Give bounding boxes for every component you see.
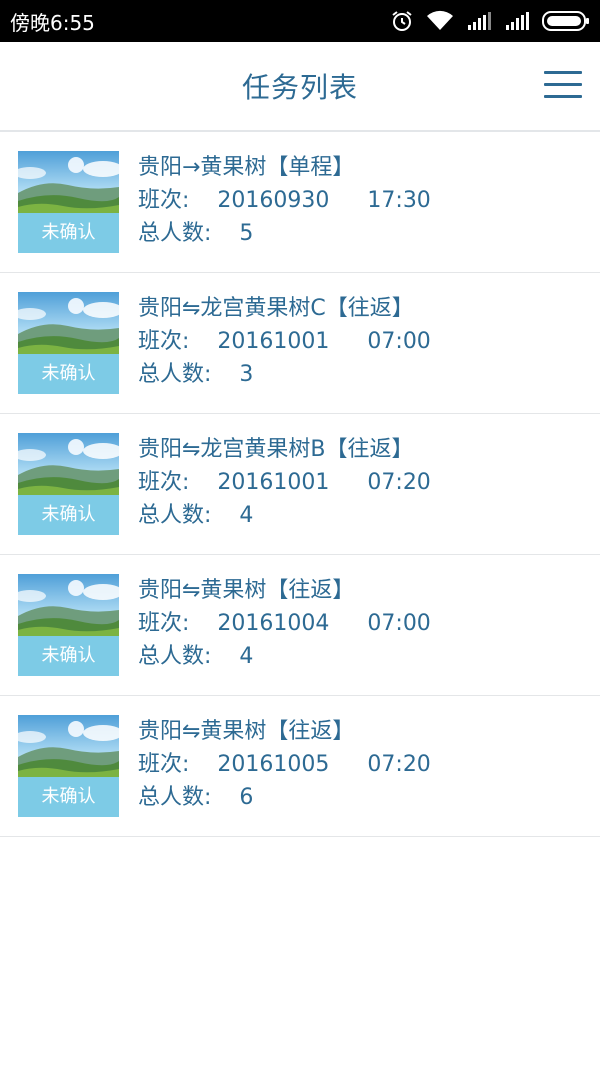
shift-label: 班次: [138,470,190,495]
task-route: 贵阳⇋黄果树【往返】 [138,578,355,603]
task-info: 贵阳→黄果树【单程】 班次: 20160930 17:30 总人数: 5 [138,151,431,250]
task-shift-row: 班次: 20160930 17:30 [138,184,431,217]
alarm-icon [392,11,412,31]
status-icons [390,9,590,33]
count-label: 总人数: [138,503,212,528]
shift-date: 20161001 [217,329,330,354]
task-item[interactable]: 未确认 贵阳⇋龙宫黄果树C【往返】 班次: 20161001 07:00 总人数… [0,273,600,414]
task-list: 未确认 贵阳→黄果树【单程】 班次: 20160930 17:30 总人数: 5 [0,132,600,837]
app-header: 任务列表 [0,42,600,132]
hamburger-menu-icon [544,71,582,98]
battery-icon [542,11,589,31]
shift-time: 17:30 [367,188,431,213]
task-thumbnail: 未确认 [18,715,119,817]
status-badge: 未确认 [18,354,119,394]
shift-time: 07:20 [367,752,431,777]
shift-label: 班次: [138,611,190,636]
task-count-row: 总人数: 4 [138,499,431,532]
count-label: 总人数: [138,644,212,669]
count-label: 总人数: [138,221,212,246]
landscape-image-icon [18,715,119,777]
task-thumbnail: 未确认 [18,574,119,676]
landscape-image-icon [18,292,119,354]
task-route: 贵阳⇋龙宫黄果树C【往返】 [138,296,414,321]
signal-icon [468,12,491,30]
task-shift-row: 班次: 20161005 07:20 [138,748,431,781]
landscape-image-icon [18,151,119,213]
shift-label: 班次: [138,188,190,213]
task-item[interactable]: 未确认 贵阳⇋黄果树【往返】 班次: 20161004 07:00 总人数: 4 [0,555,600,696]
task-info: 贵阳⇋黄果树【往返】 班次: 20161005 07:20 总人数: 6 [138,715,431,814]
status-bar: 傍晚6:55 [0,0,600,42]
landscape-image-icon [18,574,119,636]
count-label: 总人数: [138,785,212,810]
task-thumbnail: 未确认 [18,292,119,394]
shift-time: 07:00 [367,329,431,354]
task-count-row: 总人数: 5 [138,217,431,250]
task-shift-row: 班次: 20161001 07:00 [138,325,431,358]
task-route: 贵阳⇋龙宫黄果树B【往返】 [138,437,414,462]
shift-date: 20160930 [217,188,330,213]
task-count-row: 总人数: 6 [138,781,431,814]
passenger-count: 4 [239,503,254,528]
task-count-row: 总人数: 3 [138,358,431,391]
task-item[interactable]: 未确认 贵阳→黄果树【单程】 班次: 20160930 17:30 总人数: 5 [0,132,600,273]
status-badge: 未确认 [18,777,119,817]
task-info: 贵阳⇋黄果树【往返】 班次: 20161004 07:00 总人数: 4 [138,574,431,673]
shift-time: 07:00 [367,611,431,636]
shift-date: 20161004 [217,611,330,636]
status-badge: 未确认 [18,213,119,253]
task-route: 贵阳→黄果树【单程】 [138,155,355,180]
task-item[interactable]: 未确认 贵阳⇋黄果树【往返】 班次: 20161005 07:20 总人数: 6 [0,696,600,837]
passenger-count: 5 [239,221,254,246]
count-label: 总人数: [138,362,212,387]
status-badge: 未确认 [18,495,119,535]
task-shift-row: 班次: 20161004 07:00 [138,607,431,640]
task-info: 贵阳⇋龙宫黄果树C【往返】 班次: 20161001 07:00 总人数: 3 [138,292,431,391]
task-route: 贵阳⇋黄果树【往返】 [138,719,355,744]
shift-label: 班次: [138,329,190,354]
task-count-row: 总人数: 4 [138,640,431,673]
task-thumbnail: 未确认 [18,433,119,535]
passenger-count: 6 [239,785,254,810]
status-time: 傍晚6:55 [10,10,95,35]
signal-icon-2 [506,12,529,30]
shift-time: 07:20 [367,470,431,495]
task-info: 贵阳⇋龙宫黄果树B【往返】 班次: 20161001 07:20 总人数: 4 [138,433,431,532]
status-badge: 未确认 [18,636,119,676]
task-thumbnail: 未确认 [18,151,119,253]
menu-button[interactable] [544,71,582,101]
task-item[interactable]: 未确认 贵阳⇋龙宫黄果树B【往返】 班次: 20161001 07:20 总人数… [0,414,600,555]
wifi-icon [427,10,453,30]
passenger-count: 3 [239,362,254,387]
shift-date: 20161001 [217,470,330,495]
passenger-count: 4 [239,644,254,669]
page-title: 任务列表 [241,71,358,104]
landscape-image-icon [18,433,119,495]
task-shift-row: 班次: 20161001 07:20 [138,466,431,499]
shift-label: 班次: [138,752,190,777]
shift-date: 20161005 [217,752,330,777]
